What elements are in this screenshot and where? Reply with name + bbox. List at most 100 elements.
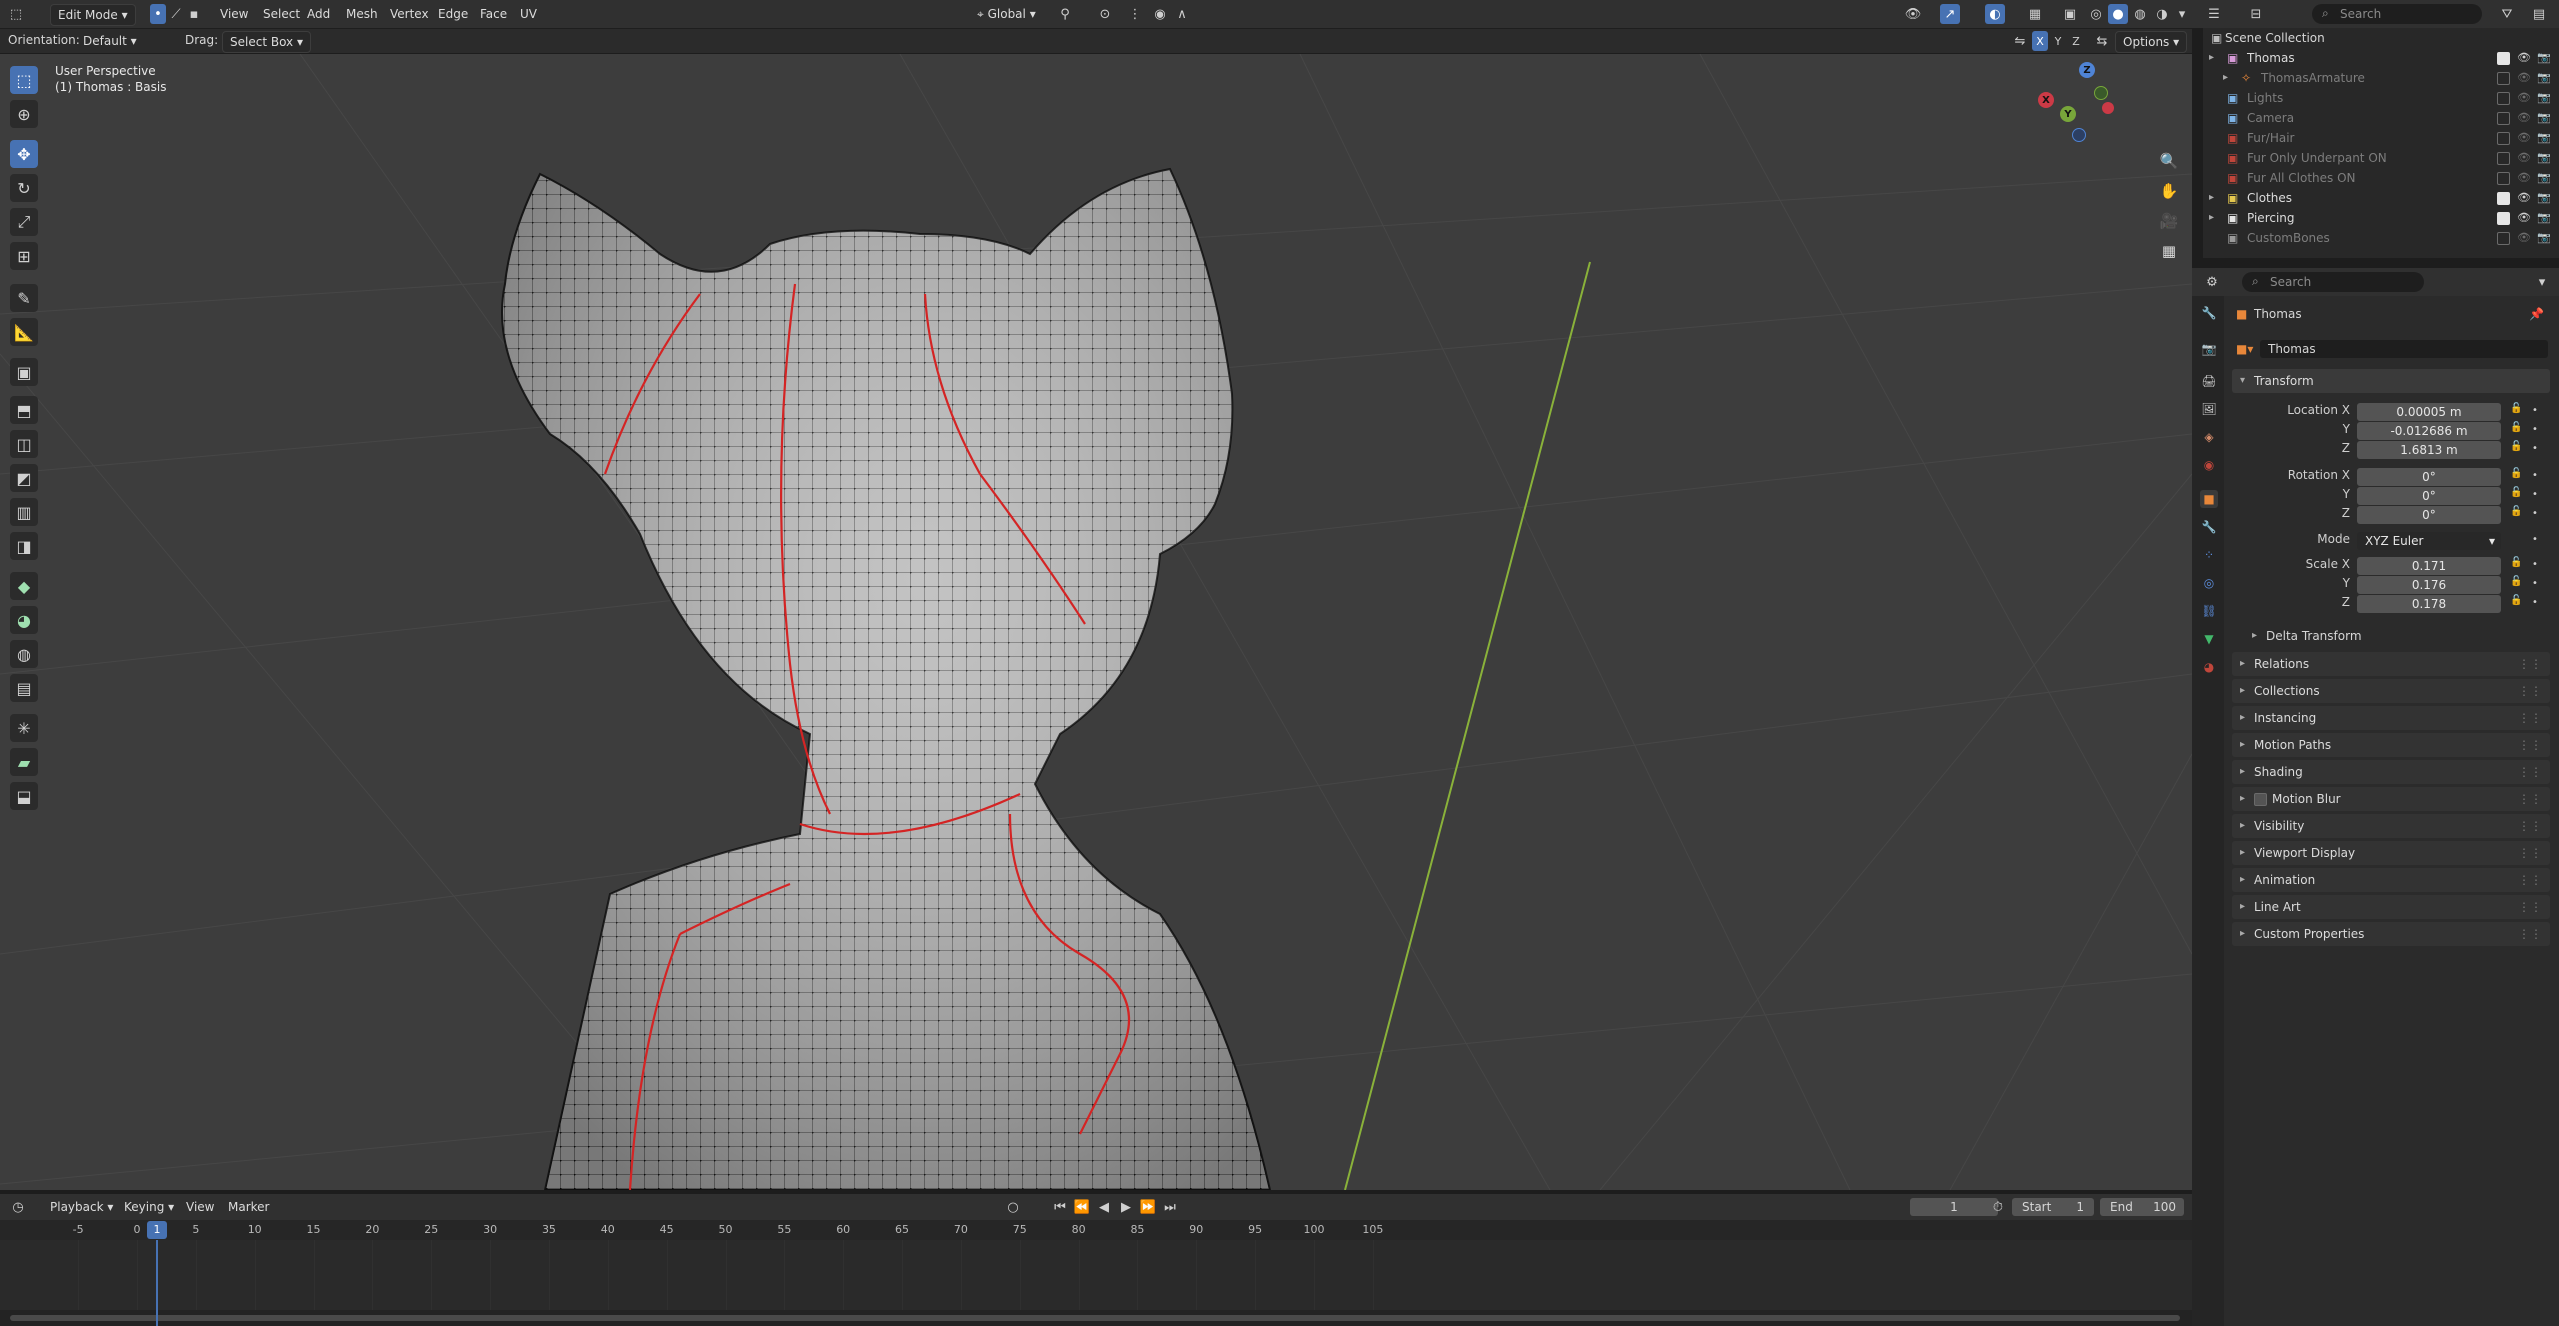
rendered-shading-icon[interactable]: ◑ — [2152, 4, 2172, 24]
exclude-checkbox[interactable] — [2497, 232, 2510, 245]
edge-select-icon[interactable]: ⟋ — [168, 4, 184, 24]
exclude-checkbox[interactable] — [2497, 112, 2510, 125]
render-tab-icon[interactable]: 📷 — [2200, 340, 2218, 358]
keyframe-dot-icon[interactable]: • — [2532, 489, 2538, 500]
outliner-item[interactable]: ▣ Fur/Hair 👁 📷 — [2203, 128, 2559, 148]
cursor-tool[interactable]: ⊕ — [10, 100, 38, 128]
add-cube-tool[interactable]: ▣ — [10, 358, 38, 386]
drag-handle-icon[interactable]: ⋮⋮ — [2518, 679, 2542, 703]
drag-handle-icon[interactable]: ⋮⋮ — [2518, 895, 2542, 919]
orientation-dropdown[interactable]: Default ▾ — [76, 31, 144, 51]
auto-keying-icon[interactable]: ○ — [1003, 1197, 1023, 1217]
chevron-right-icon[interactable]: ▸ — [2223, 68, 2228, 88]
end-frame-field[interactable]: End 100 — [2100, 1198, 2184, 1216]
render-camera-icon[interactable]: 📷 — [2537, 228, 2551, 248]
current-frame-field[interactable]: 1 — [1910, 1198, 1998, 1216]
particles-tab-icon[interactable]: ⁘ — [2200, 546, 2218, 564]
eye-icon[interactable]: 👁 — [2517, 48, 2531, 68]
properties-options-icon[interactable]: ▾ — [2532, 272, 2552, 292]
chevron-right-icon[interactable]: ▸ — [2209, 208, 2214, 228]
world-tab-icon[interactable]: ◉ — [2200, 456, 2218, 474]
mesh-object-thomas[interactable] — [501, 167, 1272, 1190]
material-shading-icon[interactable]: ◍ — [2130, 4, 2150, 24]
menu-face[interactable]: Face — [480, 4, 507, 24]
eye-icon[interactable]: 👁 — [2517, 88, 2531, 108]
extrude-tool[interactable]: ⬒ — [10, 396, 38, 424]
physics-tab-icon[interactable]: ◎ — [2200, 574, 2218, 592]
drag-handle-icon[interactable]: ⋮⋮ — [2518, 841, 2542, 865]
timeline-scroll-handle[interactable] — [10, 1315, 2180, 1321]
scale-y-field[interactable]: 0.176 — [2357, 576, 2501, 594]
rotation-mode-dropdown[interactable]: XYZ Euler ▾ — [2357, 532, 2501, 550]
keyframe-dot-icon[interactable]: • — [2532, 597, 2538, 608]
measure-tool[interactable]: 📐 — [10, 318, 38, 346]
keyframe-dot-icon[interactable]: • — [2532, 559, 2538, 570]
solid-shading-icon[interactable]: ● — [2108, 4, 2128, 24]
rip-region-tool[interactable]: ⬓ — [10, 782, 38, 810]
eye-icon[interactable]: 👁 — [2517, 208, 2531, 228]
eye-icon[interactable]: 👁 — [2517, 188, 2531, 208]
panel-relations[interactable]: ▸ Relations ⋮⋮ — [2232, 652, 2550, 676]
subpanel-delta-transform[interactable]: ▸ Delta Transform — [2248, 627, 2548, 645]
render-camera-icon[interactable]: 📷 — [2537, 88, 2551, 108]
panel-transform[interactable]: ▾ Transform — [2232, 369, 2550, 393]
motion-blur-checkbox[interactable] — [2254, 793, 2267, 806]
object-tab-icon[interactable]: ■ — [2200, 490, 2218, 508]
jump-start-icon[interactable]: ⏮ — [1050, 1197, 1070, 1217]
constraints-tab-icon[interactable]: ⛓ — [2200, 602, 2218, 620]
keyframe-dot-icon[interactable]: • — [2532, 470, 2538, 481]
scale-z-field[interactable]: 0.178 — [2357, 595, 2501, 613]
face-select-icon[interactable]: ▪ — [186, 4, 202, 24]
panel-motion-paths[interactable]: ▸ Motion Paths ⋮⋮ — [2232, 733, 2550, 757]
play-icon[interactable]: ▶ — [1116, 1197, 1136, 1217]
proportional-editing-icon[interactable]: ◉ — [1150, 4, 1170, 24]
output-tab-icon[interactable]: 🖨 — [2200, 372, 2218, 390]
render-camera-icon[interactable]: 📷 — [2537, 208, 2551, 228]
timeline-scrollbar[interactable] — [0, 1310, 2192, 1326]
chevron-right-icon[interactable]: ▸ — [2209, 48, 2214, 68]
panel-line-art[interactable]: ▸ Line Art ⋮⋮ — [2232, 895, 2550, 919]
keyframe-dot-icon[interactable]: • — [2532, 578, 2538, 589]
pan-hand-icon[interactable]: ✋ — [2156, 178, 2182, 204]
timeline-menu-playback[interactable]: Playback ▾ — [50, 1197, 113, 1217]
new-collection-icon[interactable]: ▤ — [2529, 4, 2549, 24]
gizmo-neg-z-axis[interactable] — [2072, 128, 2086, 142]
lock-icon[interactable]: 🔓 — [2510, 557, 2522, 568]
render-camera-icon[interactable]: 📷 — [2537, 108, 2551, 128]
exclude-checkbox[interactable] — [2497, 132, 2510, 145]
eye-icon[interactable]: 👁 — [2517, 108, 2531, 128]
lock-icon[interactable]: 🔓 — [2510, 487, 2522, 498]
filter-icon[interactable]: ⛛ — [2497, 4, 2517, 24]
rotation-y-field[interactable]: 0° — [2357, 487, 2501, 505]
lock-icon[interactable]: 🔓 — [2510, 422, 2522, 433]
lock-icon[interactable]: 🔓 — [2510, 595, 2522, 606]
object-type-icon[interactable]: ■▾ — [2236, 339, 2253, 359]
shading-options-icon[interactable]: ▾ — [2172, 4, 2192, 24]
render-camera-icon[interactable]: 📷 — [2537, 128, 2551, 148]
timeline-menu-marker[interactable]: Marker — [228, 1197, 269, 1217]
shrink-fatten-tool[interactable]: ✳ — [10, 714, 38, 742]
timeline-menu-view[interactable]: View — [186, 1197, 214, 1217]
gizmo-z-axis[interactable]: Z — [2079, 62, 2095, 78]
drag-handle-icon[interactable]: ⋮⋮ — [2518, 760, 2542, 784]
render-camera-icon[interactable]: 📷 — [2537, 48, 2551, 68]
visibility-icon[interactable]: 👁 — [1903, 4, 1923, 24]
keyframe-dot-icon[interactable]: • — [2532, 424, 2538, 435]
lock-icon[interactable]: 🔓 — [2510, 576, 2522, 587]
menu-uv[interactable]: UV — [520, 4, 537, 24]
pin-icon[interactable]: 📌 — [2529, 304, 2544, 324]
object-name-field[interactable]: Thomas — [2260, 340, 2548, 358]
pivot-point-icon[interactable]: ⚲ — [1055, 4, 1075, 24]
render-camera-icon[interactable]: 📷 — [2537, 148, 2551, 168]
outliner-scene-collection[interactable]: ▣ Scene Collection — [2203, 28, 2559, 48]
xray-icon[interactable]: ▣ — [2060, 4, 2080, 24]
gizmo-neg-x-axis[interactable] — [2102, 102, 2114, 114]
keyframe-dot-icon[interactable]: • — [2532, 508, 2538, 519]
select-box-tool[interactable]: ⬚ — [10, 66, 38, 94]
vertex-select-icon[interactable]: • — [150, 4, 166, 24]
scale-x-field[interactable]: 0.171 — [2357, 557, 2501, 575]
panel-viewport-display[interactable]: ▸ Viewport Display ⋮⋮ — [2232, 841, 2550, 865]
scene-tab-icon[interactable]: ◈ — [2200, 428, 2218, 446]
panel-collections[interactable]: ▸ Collections ⋮⋮ — [2232, 679, 2550, 703]
chevron-right-icon[interactable]: ▸ — [2209, 188, 2214, 208]
